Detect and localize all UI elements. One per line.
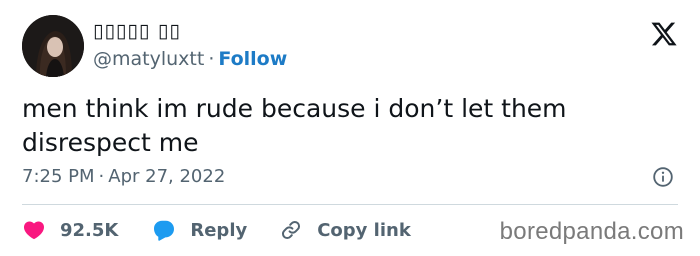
display-name[interactable]: ▯▯▯▯▯ ▯▯ [93, 20, 181, 42]
avatar[interactable] [22, 15, 84, 77]
info-icon[interactable] [652, 166, 674, 188]
action-bar: 92.5K Reply Copy link [22, 216, 411, 244]
speech-bubble-icon [154, 220, 175, 241]
x-logo-icon[interactable] [650, 20, 678, 48]
tweet-time: 7:25 PM [22, 166, 95, 187]
watermark: boredpanda.com [499, 218, 684, 245]
timestamp[interactable]: 7:25 PM · Apr 27, 2022 [22, 166, 225, 187]
avatar-photo [22, 15, 84, 77]
copy-link-label: Copy link [317, 219, 411, 241]
separator-dot: · [208, 48, 215, 70]
copy-link-button[interactable]: Copy link [279, 218, 411, 242]
handle[interactable]: @matyluxtt [93, 48, 204, 70]
follow-button[interactable]: Follow [218, 48, 287, 70]
divider [22, 204, 678, 205]
tweet-text: men think im rude because i don’t let th… [22, 94, 567, 157]
reply-button[interactable]: Reply [152, 218, 247, 242]
link-icon [282, 220, 301, 240]
like-count: 92.5K [60, 219, 119, 241]
separator-dot: · [98, 166, 105, 187]
like-button[interactable]: 92.5K [22, 218, 118, 242]
handle-row: @matyluxtt · Follow [93, 48, 287, 70]
tweet-date: Apr 27, 2022 [108, 166, 226, 187]
heart-icon [23, 221, 45, 240]
reply-label: Reply [190, 219, 248, 241]
